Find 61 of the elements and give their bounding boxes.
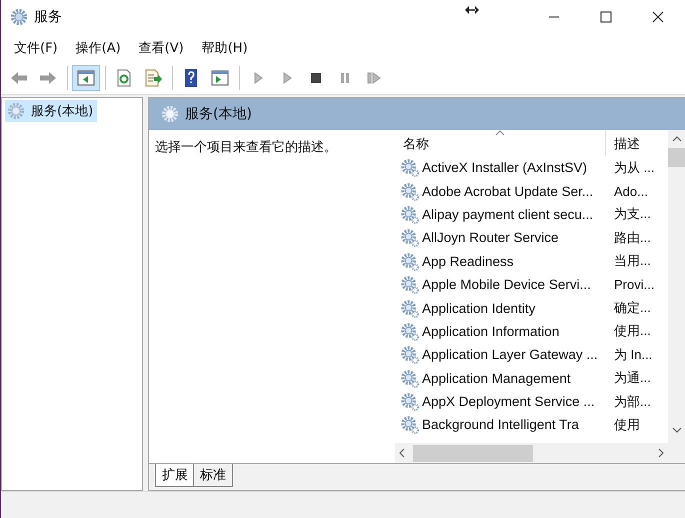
gear-icon <box>400 252 419 271</box>
column-header[interactable]: 名称 <box>395 130 605 156</box>
service-name: ActiveX Installer (AxInstSV) <box>422 160 588 176</box>
table-cell-text: 为部... <box>613 392 652 411</box>
table-cell-text: 确定... <box>613 299 652 318</box>
service-name: Application Layer Gateway ... <box>422 347 598 362</box>
gear-icon <box>400 345 419 364</box>
menu-item[interactable]: 操作(A) <box>66 38 130 56</box>
scroll-thumb[interactable] <box>413 444 533 462</box>
scroll-up-icon[interactable] <box>672 136 682 142</box>
service-name: AppX Deployment Service ... <box>422 394 595 410</box>
service-name: Background Intelligent Tra <box>422 417 579 432</box>
maximize-icon <box>600 10 612 22</box>
gear-icon <box>400 368 419 388</box>
tree-item[interactable]: 服务(本地) <box>5 100 98 122</box>
resize-icon <box>465 6 479 14</box>
tree-toggle-icon[interactable] <box>72 65 100 91</box>
gear-icon <box>10 8 28 26</box>
service-name: Alipay payment client secu... <box>422 206 594 222</box>
table-cell-text: 使用... <box>613 322 652 340</box>
sort-icon <box>495 130 505 136</box>
close-icon <box>652 10 664 22</box>
gear-icon <box>400 228 419 248</box>
gear-icon <box>400 298 419 318</box>
table-cell-text: 为从 ... <box>613 158 656 177</box>
table-cell-text: 使用 <box>613 416 641 434</box>
description-text: 选择一个项目来查看它的描述。 <box>155 140 337 155</box>
tab[interactable]: 扩展 <box>155 464 195 487</box>
service-name: App Readiness <box>422 254 514 269</box>
menu-item[interactable]: 查看(V) <box>130 38 193 56</box>
gear-icon <box>400 204 419 224</box>
gear-icon <box>400 182 419 201</box>
service-name: AllJoyn Router Service <box>422 230 559 246</box>
gear-icon <box>400 158 419 178</box>
table-cell-text: 当用... <box>613 252 652 270</box>
gear-icon <box>161 105 179 123</box>
service-name: Adobe Acrobat Update Ser... <box>422 184 594 199</box>
scroll-right-icon[interactable] <box>658 448 664 458</box>
panel-title: 服务(本地) <box>185 105 252 123</box>
scroll-left-icon[interactable] <box>399 448 405 458</box>
window-title: 服务 <box>34 8 63 26</box>
scroll-down-icon[interactable] <box>672 427 682 433</box>
service-name: Application Identity <box>422 300 536 316</box>
gear-icon <box>400 275 419 294</box>
gear-icon <box>400 415 419 434</box>
table-cell-text: Provi... <box>613 277 656 292</box>
table-cell-text: 为支... <box>613 205 652 224</box>
service-name: Application Information <box>422 324 560 339</box>
table-cell-text: 路由... <box>613 228 652 247</box>
gear-icon <box>7 102 25 120</box>
menu-item[interactable]: 文件(F) <box>5 38 67 56</box>
gear-icon <box>400 322 419 341</box>
service-name: Application Management <box>422 370 571 386</box>
table-cell-text: 为 In... <box>613 346 654 364</box>
gear-icon <box>400 392 419 412</box>
service-name: Apple Mobile Device Servi... <box>422 277 591 292</box>
menu-item[interactable]: 帮助(H) <box>192 38 257 56</box>
scroll-thumb[interactable] <box>668 148 685 167</box>
table-cell-text: Ado... <box>613 184 649 199</box>
table-cell-text: 为通... <box>613 369 652 388</box>
tab[interactable]: 标准 <box>193 464 233 487</box>
